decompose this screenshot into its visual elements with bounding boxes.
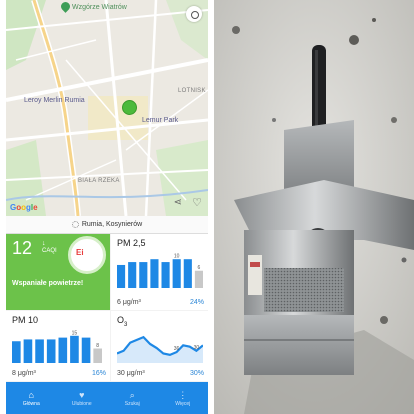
pm10-bar xyxy=(70,335,79,363)
location-bar[interactable]: Rumia, Kosynierów xyxy=(6,216,208,234)
pm25-bar xyxy=(161,262,170,288)
loading-spinner-icon xyxy=(71,221,79,228)
pm25-bar xyxy=(194,270,203,288)
sensor-photo-illustration xyxy=(214,0,414,414)
nav-search-label: Szukaj xyxy=(124,400,140,407)
nav-home[interactable]: ⌂ Główna xyxy=(6,382,57,414)
air-quality-app: Wzgórze Wiatrów Leroy Merlin Rumia Lemur… xyxy=(6,0,208,414)
pm25-bar xyxy=(150,259,159,288)
pm10-title: PM 10 xyxy=(12,315,39,325)
district-biala-rzeka: BIAŁA RZEKA xyxy=(78,178,120,184)
pm10-value: 8 μg/m³ xyxy=(12,370,36,377)
sensor-marker-icon[interactable] xyxy=(122,100,137,115)
district-lotnisko: LOTNISK xyxy=(178,88,206,94)
map-park-label: Wzgórze Wiatrów xyxy=(72,4,127,11)
nav-favorites-label: Ulubione xyxy=(71,400,92,407)
nav-favorites[interactable]: ♥ Ulubione xyxy=(57,382,108,414)
aqi-tile[interactable]: 12 ↓ CAQI Ei Wspaniałe powietrze! xyxy=(6,234,110,310)
aqi-gauge xyxy=(68,236,106,274)
poi-leroy-merlin[interactable]: Leroy Merlin Rumia xyxy=(24,97,85,104)
pm10-bar xyxy=(12,341,21,363)
nav-home-label: Główna xyxy=(22,400,40,407)
pm10-bar-label: 15 xyxy=(72,330,78,336)
home-icon: ⌂ xyxy=(28,389,34,400)
pm25-tile[interactable]: PM 2,5 10 6 6 μg/m³ 24% xyxy=(111,234,208,310)
aqi-status-text: Wspaniałe powietrze! xyxy=(12,280,84,287)
pm10-bar xyxy=(35,339,44,363)
o3-line-chart: 36 30 xyxy=(117,335,203,363)
o3-percent: 30% xyxy=(189,370,204,377)
airly-logo-icon: Ei xyxy=(76,248,84,257)
o3-title: O3 xyxy=(117,315,128,328)
aqi-unit: CAQI xyxy=(42,248,57,254)
o3-tile[interactable]: O3 36 30 30 μg/m³ 30% xyxy=(111,311,208,381)
search-icon: ⌕ xyxy=(129,389,135,400)
pm10-bar xyxy=(46,339,56,363)
trend-down-icon: ↓ xyxy=(42,240,46,247)
sensor-device-photo xyxy=(214,0,414,414)
pm25-bar-label: 10 xyxy=(174,254,180,260)
pm25-bar xyxy=(117,264,126,288)
pm10-bar xyxy=(23,339,33,363)
favorite-heart-icon[interactable]: ♡ xyxy=(192,196,202,209)
pm10-bar xyxy=(58,337,68,363)
more-icon: ⋮ xyxy=(178,389,188,400)
nav-search[interactable]: ⌕ Szukaj xyxy=(107,382,158,414)
map-view[interactable]: Wzgórze Wiatrów Leroy Merlin Rumia Lemur… xyxy=(6,0,208,216)
pm25-percent: 24% xyxy=(189,299,204,306)
pm10-bar xyxy=(93,348,102,363)
pm25-title: PM 2,5 xyxy=(117,238,146,248)
pm25-bar xyxy=(183,259,192,288)
pm25-bar-label: 6 xyxy=(198,265,201,271)
pm10-bar-chart: 15 8 xyxy=(12,330,102,363)
o3-point-label: 36 xyxy=(174,346,180,352)
aqi-value: 12 xyxy=(12,238,33,258)
location-name: Rumia, Kosynierów xyxy=(81,221,143,228)
pm25-bar xyxy=(139,262,148,288)
pm10-bar xyxy=(81,337,91,363)
my-location-icon[interactable] xyxy=(186,6,202,22)
pm10-percent: 16% xyxy=(91,370,106,377)
screenshot-root: Wzgórze Wiatrów Leroy Merlin Rumia Lemur… xyxy=(0,0,414,414)
bottom-navigation: ⌂ Główna ♥ Ulubione ⌕ Szukaj ⋮ Więcej xyxy=(6,382,208,414)
o3-value: 30 μg/m³ xyxy=(117,370,145,377)
pm25-value: 6 μg/m³ xyxy=(117,299,141,306)
pm25-bar xyxy=(172,259,181,288)
pm25-bar xyxy=(128,262,137,288)
share-icon[interactable]: ⋖ xyxy=(174,197,182,208)
google-logo: Google xyxy=(10,203,38,212)
pm25-bar-chart: 10 6 xyxy=(117,254,203,288)
pm10-tile[interactable]: PM 10 15 8 8 μg/m³ 16% xyxy=(6,311,110,381)
poi-lemur-park[interactable]: Lemur Park xyxy=(142,117,178,124)
nav-more[interactable]: ⋮ Więcej xyxy=(158,382,209,414)
heart-icon: ♥ xyxy=(79,389,85,400)
pm10-bar-label: 8 xyxy=(96,343,99,349)
nav-more-label: Więcej xyxy=(175,400,191,407)
o3-point-label: 30 xyxy=(194,345,200,351)
